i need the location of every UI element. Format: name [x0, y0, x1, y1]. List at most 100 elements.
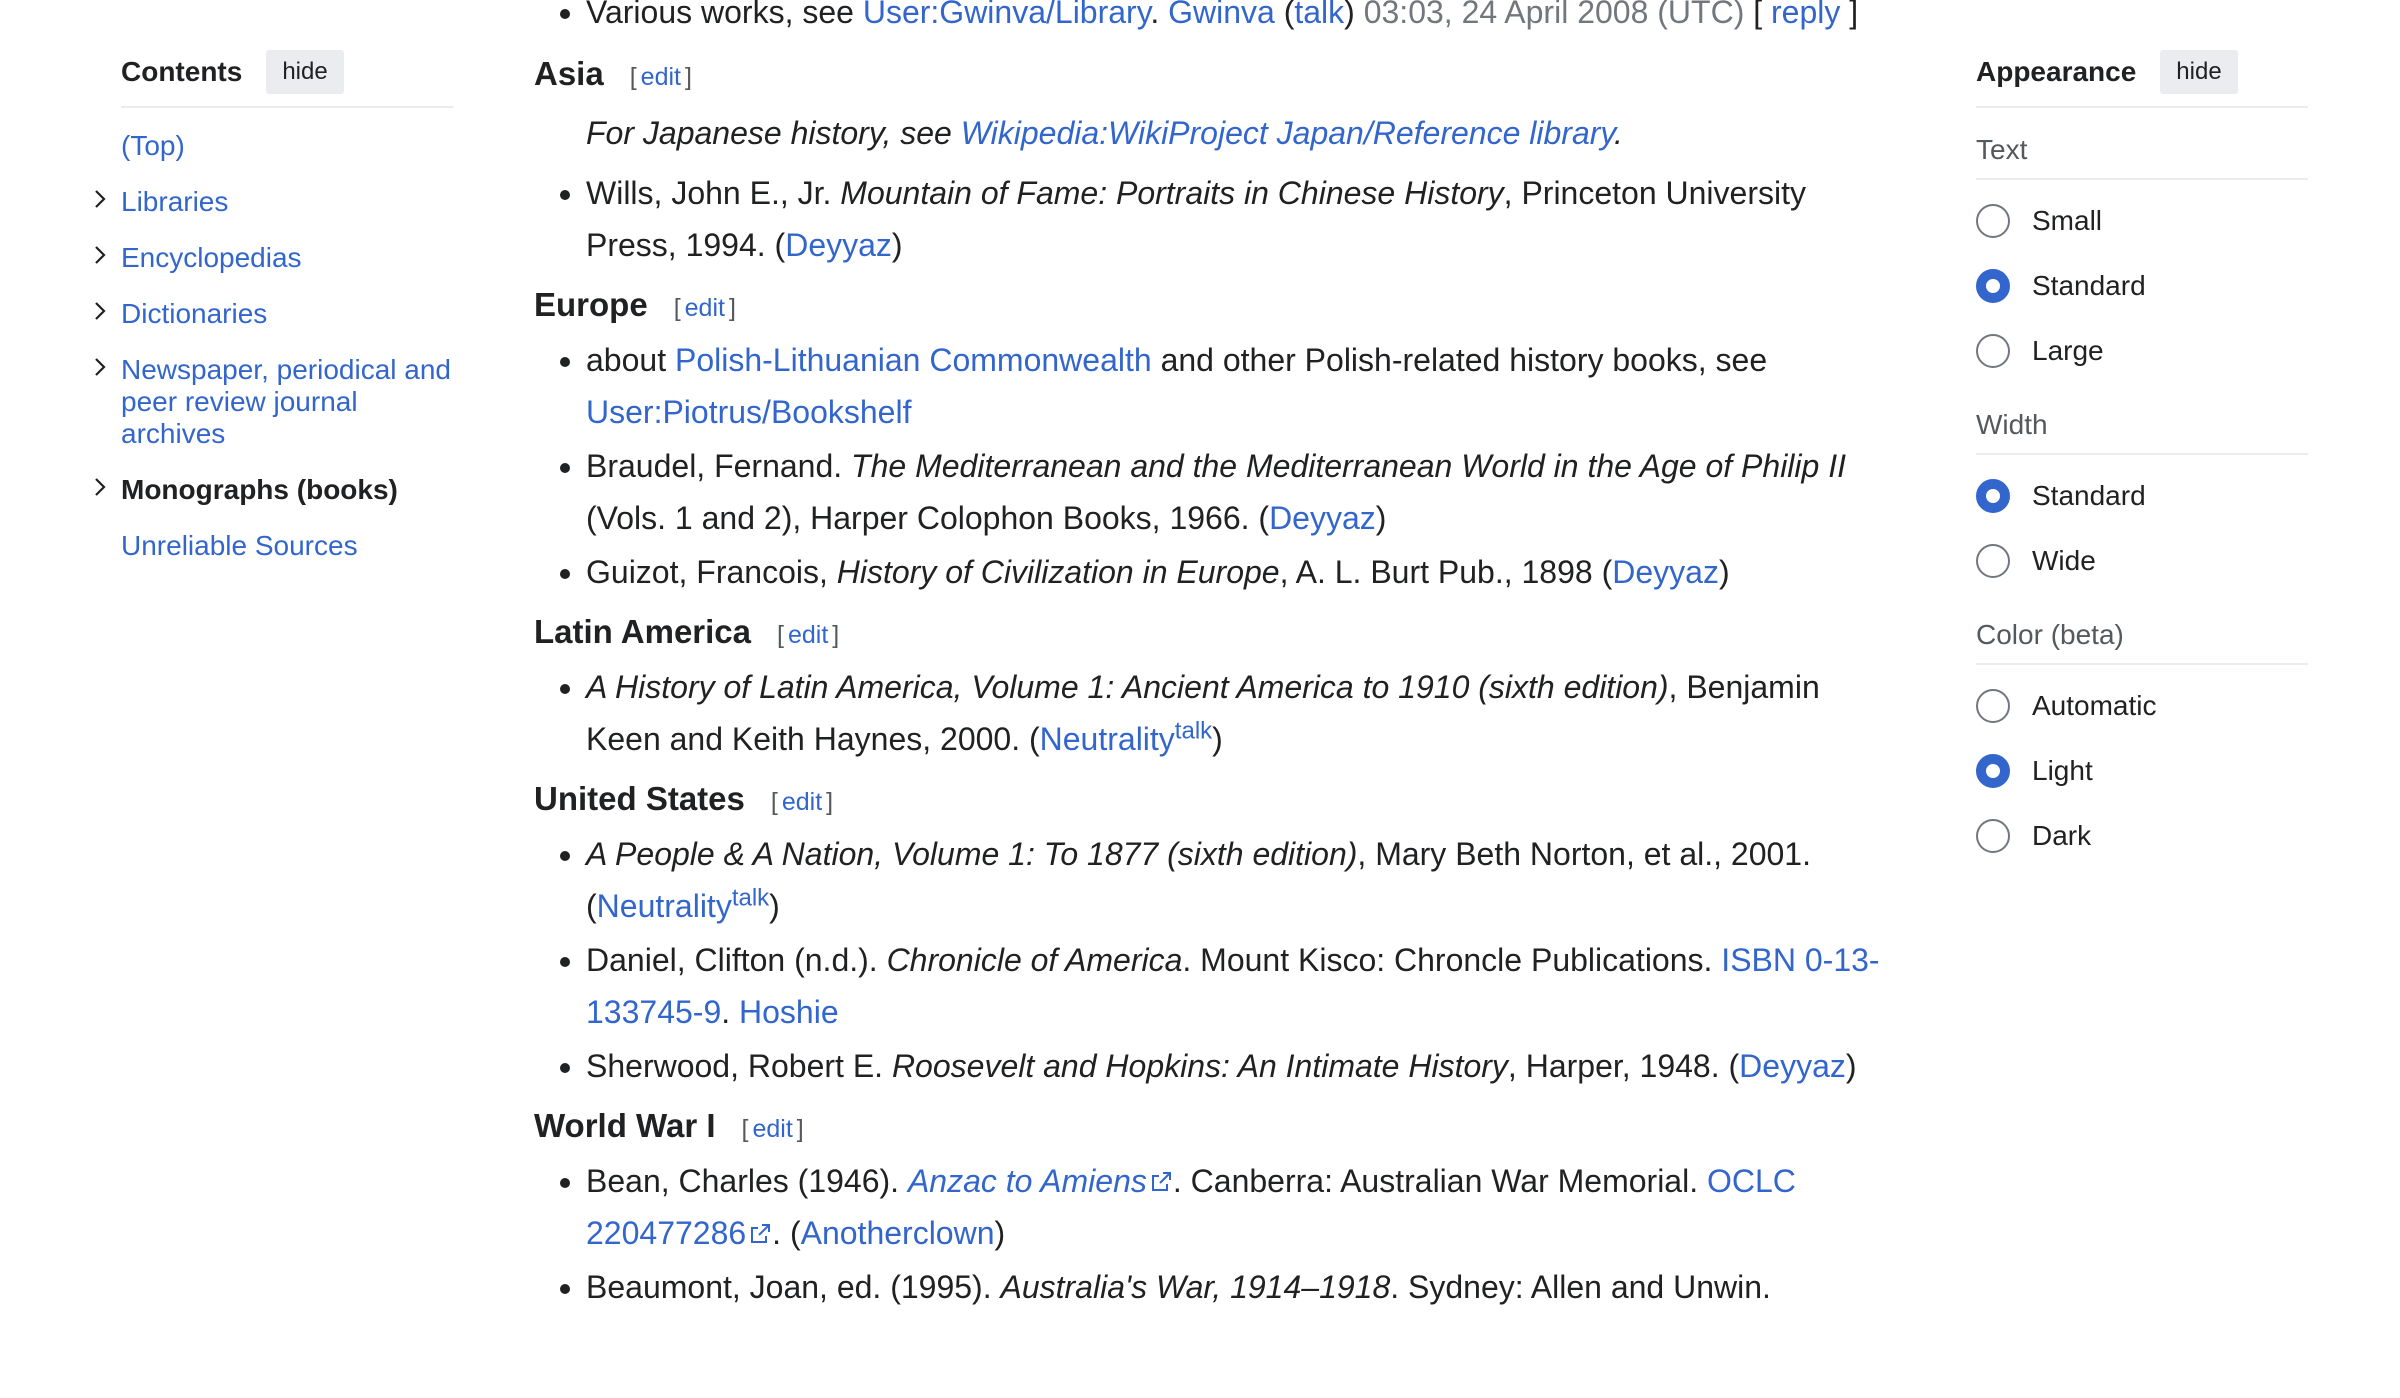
list-item: Guizot, Francois, History of Civilizatio…	[586, 546, 1894, 598]
user-link[interactable]: Deyyaz	[1612, 554, 1719, 590]
radio-option[interactable]: Standard	[1976, 463, 2308, 528]
chevron-right-icon[interactable]	[89, 476, 111, 498]
list-item: Braudel, Fernand. The Mediterranean and …	[586, 440, 1894, 544]
radio-option[interactable]: Light	[1976, 738, 2308, 803]
toc-item[interactable]: (Top)	[121, 130, 453, 162]
appearance-group-title: Text	[1976, 134, 2308, 180]
radio-group: Small Standard Large	[1976, 188, 2308, 383]
toc-item[interactable]: Newspaper, periodical and peer review jo…	[95, 354, 453, 450]
item-text: . Canberra: Australian War Memorial.	[1172, 1163, 1707, 1199]
user-link[interactable]: Deyyaz	[1269, 500, 1376, 536]
chevron-right-icon[interactable]	[89, 300, 111, 322]
appearance-title: Appearance	[1976, 56, 2137, 87]
link-user[interactable]: Gwinva	[1168, 0, 1275, 30]
user-link[interactable]: Neutrality	[597, 888, 732, 924]
radio-label[interactable]: Small	[2032, 205, 2102, 237]
toc-item[interactable]: Unreliable Sources	[121, 530, 453, 562]
item-text: Sherwood, Robert E.	[586, 1048, 892, 1084]
item-text: )	[1375, 500, 1387, 536]
radio-option[interactable]: Wide	[1976, 528, 2308, 593]
radio-label[interactable]: Automatic	[2032, 690, 2157, 722]
toc-item[interactable]: Monographs (books)	[95, 474, 453, 506]
toc-item-label[interactable]: Newspaper, periodical and peer review jo…	[121, 354, 451, 449]
radio-option[interactable]: Dark	[1976, 803, 2308, 868]
radio-option[interactable]: Large	[1976, 318, 2308, 383]
toc-item[interactable]: Dictionaries	[95, 298, 453, 330]
radio-unselected-icon[interactable]	[1976, 688, 2010, 723]
user-link[interactable]: Deyyaz	[785, 227, 892, 263]
user-link[interactable]: Hoshie	[739, 994, 839, 1030]
radio-label[interactable]: Large	[2032, 335, 2104, 367]
radio-option[interactable]: Automatic	[1976, 673, 2308, 738]
edit-link[interactable]: edit	[782, 788, 822, 816]
section-heading-world-war-i: World War I [edit]	[534, 1100, 1894, 1155]
user-link[interactable]: Deyyaz	[1739, 1048, 1846, 1084]
toc-item[interactable]: Encyclopedias	[95, 242, 453, 274]
timestamp: 03:03, 24 April 2008 (UTC)	[1363, 0, 1745, 30]
toc-item-label[interactable]: Libraries	[121, 186, 228, 217]
radio-label[interactable]: Dark	[2032, 820, 2091, 852]
item-text: and other Polish-related history books, …	[1151, 342, 1768, 378]
latin-america-list: A History of Latin America, Volume 1: An…	[534, 661, 1894, 765]
chevron-right-icon[interactable]	[89, 244, 111, 266]
user-link[interactable]: Anotherclown	[801, 1215, 995, 1251]
toc-item-label[interactable]: (Top)	[121, 130, 185, 161]
link-user-library[interactable]: User:Gwinva/Library	[863, 0, 1150, 30]
item-text: about	[586, 342, 675, 378]
radio-unselected-icon[interactable]	[1976, 203, 2010, 238]
list-item: A People & A Nation, Volume 1: To 1877 (…	[586, 828, 1894, 932]
appearance-header: Appearance hide	[1976, 48, 2308, 108]
toc-item-label[interactable]: Monographs (books)	[121, 474, 398, 505]
radio-selected-icon[interactable]	[1976, 268, 2010, 303]
talk-link[interactable]: talk	[1175, 717, 1212, 744]
link-japan-reference-library[interactable]: Wikipedia:WikiProject Japan/Reference li…	[961, 115, 1614, 151]
chevron-right-icon[interactable]	[89, 356, 111, 378]
radio-label[interactable]: Light	[2032, 755, 2093, 787]
link-bookshelf[interactable]: User:Piotrus/Bookshelf	[586, 394, 911, 430]
talk-link[interactable]: talk	[732, 884, 769, 911]
section-heading-europe: Europe [edit]	[534, 279, 1894, 334]
edit-link[interactable]: edit	[752, 1115, 792, 1143]
appearance-hide-button[interactable]: hide	[2160, 50, 2238, 94]
item-text: Various works, see	[586, 0, 863, 30]
edit-link[interactable]: edit	[685, 294, 725, 322]
toc-item[interactable]: Libraries	[95, 186, 453, 218]
radio-option[interactable]: Standard	[1976, 253, 2308, 318]
user-link[interactable]: Neutrality	[1040, 721, 1175, 757]
toc-item-label[interactable]: Encyclopedias	[121, 242, 302, 273]
toc-title: Contents	[121, 56, 243, 87]
item-text: )	[1845, 1048, 1857, 1084]
book-title: A People & A Nation, Volume 1: To 1877 (…	[586, 836, 1358, 872]
bracket: ]	[1840, 0, 1859, 30]
radio-group: Standard Wide	[1976, 463, 2308, 593]
radio-label[interactable]: Standard	[2032, 480, 2146, 512]
item-text: Braudel, Fernand.	[586, 448, 852, 484]
radio-unselected-icon[interactable]	[1976, 333, 2010, 368]
list-item: about Polish-Lithuanian Commonwealth and…	[586, 334, 1894, 438]
radio-label[interactable]: Wide	[2032, 545, 2096, 577]
toc-item-label[interactable]: Dictionaries	[121, 298, 267, 329]
chevron-right-icon[interactable]	[89, 188, 111, 210]
radio-selected-icon[interactable]	[1976, 478, 2010, 513]
toc-hide-button[interactable]: hide	[266, 50, 344, 94]
radio-unselected-icon[interactable]	[1976, 543, 2010, 578]
hatnote-text: .	[1614, 115, 1623, 151]
article-content: Various works, see User:Gwinva/Library . …	[534, 0, 1894, 1321]
link-polish-lithuanian[interactable]: Polish-Lithuanian Commonwealth	[675, 342, 1152, 378]
list-item: Wills, John E., Jr. Mountain of Fame: Po…	[586, 167, 1894, 271]
radio-label[interactable]: Standard	[2032, 270, 2146, 302]
toc-item-label[interactable]: Unreliable Sources	[121, 530, 358, 561]
item-text: Daniel, Clifton (n.d.).	[586, 942, 887, 978]
toc-header: Contents hide	[121, 48, 453, 108]
link-talk[interactable]: talk	[1294, 0, 1344, 30]
edit-link[interactable]: edit	[788, 621, 828, 649]
radio-unselected-icon[interactable]	[1976, 818, 2010, 853]
reply-link[interactable]: reply	[1771, 0, 1840, 30]
asia-list: Wills, John E., Jr. Mountain of Fame: Po…	[534, 167, 1894, 271]
edit-link[interactable]: edit	[641, 63, 681, 91]
radio-selected-icon[interactable]	[1976, 753, 2010, 788]
bracket: [	[1744, 0, 1772, 30]
hatnote-text: For Japanese history, see	[586, 115, 961, 151]
radio-option[interactable]: Small	[1976, 188, 2308, 253]
external-book-link[interactable]: Anzac to Amiens	[908, 1163, 1147, 1199]
